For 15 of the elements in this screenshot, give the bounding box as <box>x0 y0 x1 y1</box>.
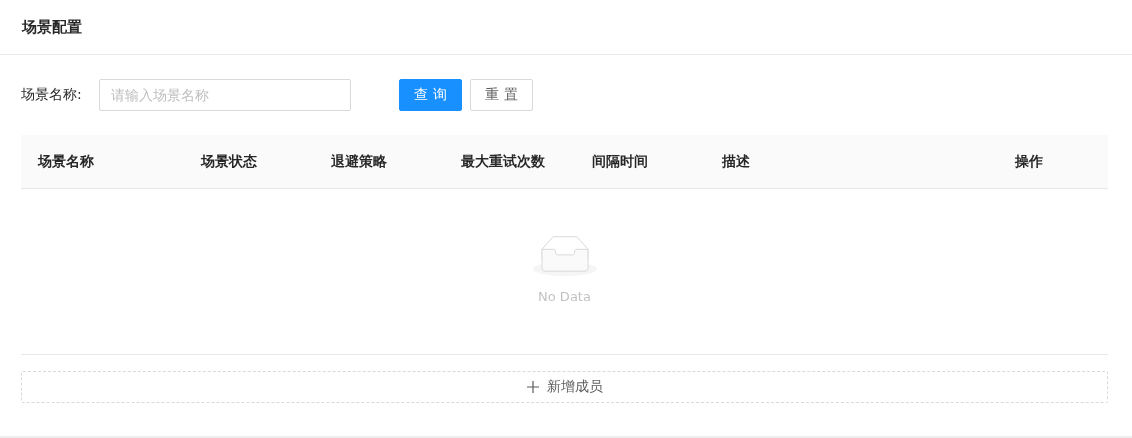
column-header: 操作 <box>1014 152 1044 171</box>
column-header: 退避策略 <box>330 152 388 171</box>
empty-text: No Data <box>538 289 591 304</box>
page-title: 场景配置 <box>22 17 82 37</box>
column-header: 场景状态 <box>199 152 258 171</box>
column-header: 最大重试次数 <box>460 152 546 171</box>
add-member-button[interactable]: 新增成员 <box>21 371 1108 403</box>
plus-icon <box>526 381 539 393</box>
field-label: 场景名称: <box>21 86 83 104</box>
empty-inbox-icon <box>532 236 597 277</box>
column-header: 场景名称 <box>36 152 95 171</box>
column-header: 间隔时间 <box>591 152 649 171</box>
reset-button[interactable]: 重 置 <box>470 79 533 111</box>
search-field[interactable]: 请输入场景名称 <box>99 79 351 111</box>
column-header: 描述 <box>721 152 751 171</box>
